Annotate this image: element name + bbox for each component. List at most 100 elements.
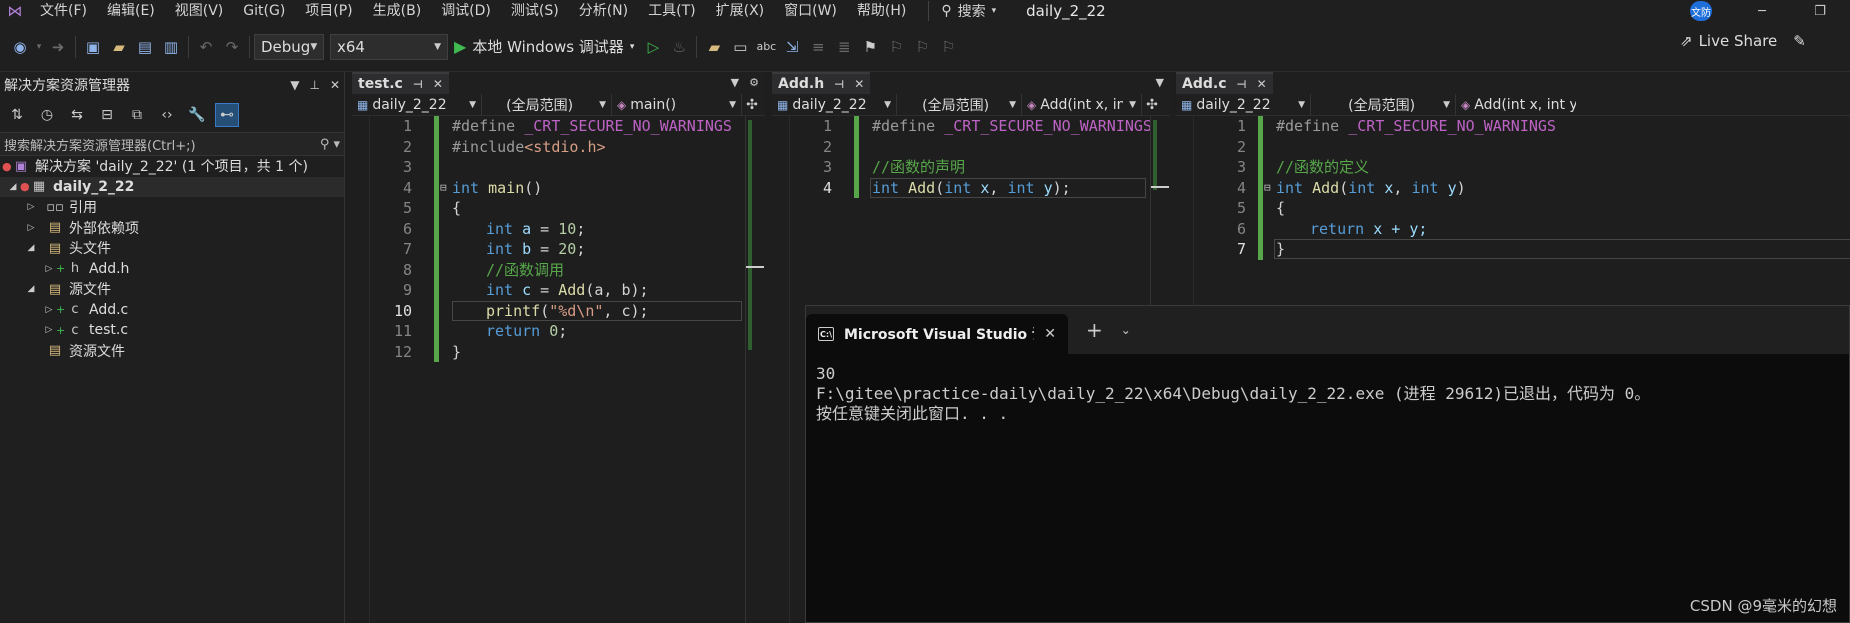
view-code-icon[interactable]: ‹›	[155, 103, 179, 127]
pin-icon[interactable]: ⊥	[309, 78, 319, 92]
minimize-button[interactable]: ─	[1742, 0, 1782, 22]
tree-project[interactable]: ◢ ● ▦ daily_2_22	[0, 176, 344, 197]
member-select[interactable]: ◈ Add(int x, int y)	[1456, 94, 1576, 116]
tree-resource-files[interactable]: ▤ 资源文件	[0, 341, 344, 362]
chevron-down-icon[interactable]: ⌄	[1121, 323, 1131, 337]
properties-icon[interactable]: 🔧	[185, 103, 209, 127]
configuration-select[interactable]: Debug ▼	[254, 33, 324, 60]
sync-icon[interactable]: ⇆	[65, 103, 89, 127]
split-icon[interactable]: ✣	[742, 97, 762, 113]
switch-views-icon[interactable]: ⇅	[5, 103, 29, 127]
tree-file-add-c[interactable]: ▷ + c Add.c	[0, 300, 344, 321]
dropdown-icon[interactable]: ▼	[731, 76, 739, 89]
menu-edit[interactable]: 编辑(E)	[97, 0, 165, 22]
code-area[interactable]: ⊟ 1 #define _CRT_SECURE_NO_WARNINGS 2 #inc…	[352, 116, 765, 623]
prev-bookmark-icon[interactable]: ⚐	[884, 35, 908, 59]
clear-bookmarks-icon[interactable]: ⚐	[936, 35, 960, 59]
menu-view[interactable]: 视图(V)	[165, 0, 234, 22]
scope-select[interactable]: (全局范围) ▼	[482, 93, 612, 116]
open-folder-icon[interactable]: ▰	[107, 35, 131, 59]
tab-add-h[interactable]: Add.h ⊣ ✕	[772, 72, 871, 94]
settings-gear-icon[interactable]: ⚙	[749, 76, 759, 89]
project-scope-select[interactable]: ▦ daily_2_22 ▼	[352, 93, 482, 116]
menu-tools[interactable]: 工具(T)	[638, 0, 705, 22]
tree-header-files[interactable]: ◢ ▤ 头文件	[0, 238, 344, 259]
collapsed-icon: ▷	[45, 325, 53, 336]
show-all-files-icon[interactable]: ⧉	[125, 103, 149, 127]
live-share-button[interactable]: ⇗ Live Share ✎	[1680, 32, 1806, 50]
new-project-icon[interactable]: ▣	[81, 35, 105, 59]
tree-source-files[interactable]: ◢ ▤ 源文件	[0, 279, 344, 300]
layout-icon[interactable]: ▭	[728, 35, 752, 59]
code-token: _CRT_SECURE_NO_WARNINGS	[1339, 117, 1556, 135]
menu-git[interactable]: Git(G)	[233, 0, 295, 22]
close-icon[interactable]: ✕	[330, 78, 340, 92]
tab-test-c[interactable]: test.c ⊣ ✕	[352, 72, 449, 94]
close-icon[interactable]: ✕	[854, 77, 864, 91]
save-all-icon[interactable]: ▥	[159, 35, 183, 59]
breakpoint-step-icon[interactable]: ⇲	[780, 35, 804, 59]
member-select[interactable]: ◈Add(int x, int y) ▼	[1022, 93, 1142, 116]
close-icon[interactable]: ✕	[1044, 326, 1056, 342]
solution-search-input[interactable]: 搜索解决方案资源管理器(Ctrl+;) ⚲ ▾	[0, 132, 344, 156]
dropdown-icon[interactable]: ▼	[1156, 76, 1164, 89]
start-debugging-button[interactable]: ▶ 本地 Windows 调试器 ▾	[448, 36, 640, 57]
project-scope-select[interactable]: ▦ daily_2_22 ▼	[772, 93, 897, 116]
search-box[interactable]: ⚲ 搜索 ▾	[928, 1, 996, 21]
menu-test[interactable]: 测试(S)	[501, 0, 569, 22]
start-without-debugging-icon[interactable]: ▷	[641, 35, 665, 59]
avatar[interactable]: 文防	[1690, 1, 1712, 21]
hot-reload-icon[interactable]: ♨	[667, 35, 691, 59]
solution-explorer-toolbar: ⇅ ◷ ⇆ ⊟ ⧉ ‹› 🔧 ⊷	[0, 98, 344, 132]
close-icon[interactable]: ✕	[1257, 77, 1267, 91]
next-bookmark-icon[interactable]: ⚐	[910, 35, 934, 59]
menu-file[interactable]: 文件(F)	[30, 0, 97, 22]
spell-check-icon[interactable]: abc	[754, 35, 778, 59]
redo-icon[interactable]: ↷	[220, 35, 244, 59]
browse-folder-icon[interactable]: ▰	[702, 35, 726, 59]
undo-icon[interactable]: ↶	[194, 35, 218, 59]
tab-label: Add.c	[1182, 76, 1227, 92]
menu-window[interactable]: 窗口(W)	[774, 0, 847, 22]
menu-build[interactable]: 生成(B)	[363, 0, 432, 22]
preview-selected-icon[interactable]: ⊷	[215, 103, 239, 127]
maximize-button[interactable]: ❐	[1800, 0, 1840, 22]
back-icon[interactable]: ◉	[8, 35, 32, 59]
vertical-scrollbar[interactable]	[745, 116, 764, 623]
scope-select[interactable]: (全局范围) ▼	[897, 93, 1022, 116]
pin-icon[interactable]: ⊣	[834, 78, 844, 91]
save-icon[interactable]: ▤	[133, 35, 157, 59]
pin-icon[interactable]: ⊣	[413, 78, 423, 91]
member-select[interactable]: ◈ main() ▼	[612, 93, 742, 116]
console-output[interactable]: 30 F:\gitee\practice-daily\daily_2_22\x6…	[806, 354, 1849, 434]
indent-icon[interactable]: ≡	[806, 35, 830, 59]
console-tab[interactable]: C:\ Microsoft Visual Studio 调试控制台 ✕	[806, 314, 1068, 354]
menu-help[interactable]: 帮助(H)	[847, 0, 916, 22]
close-icon[interactable]: ✕	[433, 77, 443, 91]
tree-file-add-h[interactable]: ▷ + h Add.h	[0, 259, 344, 280]
panel-menu-icon[interactable]: ▼	[290, 78, 299, 92]
feedback-icon[interactable]: ✎	[1793, 32, 1806, 50]
menu-debug[interactable]: 调试(D)	[431, 0, 501, 22]
split-icon[interactable]: ✣	[1142, 97, 1162, 113]
pin-icon[interactable]: ⊣	[1237, 78, 1247, 91]
forward-icon[interactable]: ➜	[46, 35, 70, 59]
outdent-icon[interactable]: ≣	[832, 35, 856, 59]
tree-solution[interactable]: ● ▣ 解决方案 'daily_2_22' (1 个项目，共 1 个)	[0, 156, 344, 177]
bookmark-icon[interactable]: ⚑	[858, 35, 882, 59]
history-icon[interactable]: ◷	[35, 103, 59, 127]
tree-references[interactable]: ▷ ▫▫ 引用	[0, 197, 344, 218]
code-token: x	[971, 178, 990, 197]
new-tab-icon[interactable]: +	[1086, 318, 1103, 342]
tree-external-deps[interactable]: ▷ ▤ 外部依赖项	[0, 218, 344, 239]
scope-select[interactable]: (全局范围) ▼	[1311, 93, 1456, 116]
collapse-all-icon[interactable]: ⊟	[95, 103, 119, 127]
menu-project[interactable]: 项目(P)	[295, 0, 362, 22]
platform-select[interactable]: x64 ▼	[330, 33, 448, 60]
chevron-down-icon[interactable]: ▾	[34, 35, 44, 59]
menu-analyze[interactable]: 分析(N)	[569, 0, 638, 22]
tree-file-test-c[interactable]: ▷ + c test.c	[0, 320, 344, 341]
menu-extensions[interactable]: 扩展(X)	[706, 0, 775, 22]
project-scope-select[interactable]: ▦ daily_2_22 ▼	[1176, 93, 1311, 116]
tab-add-c[interactable]: Add.c ⊣ ✕	[1176, 72, 1273, 94]
